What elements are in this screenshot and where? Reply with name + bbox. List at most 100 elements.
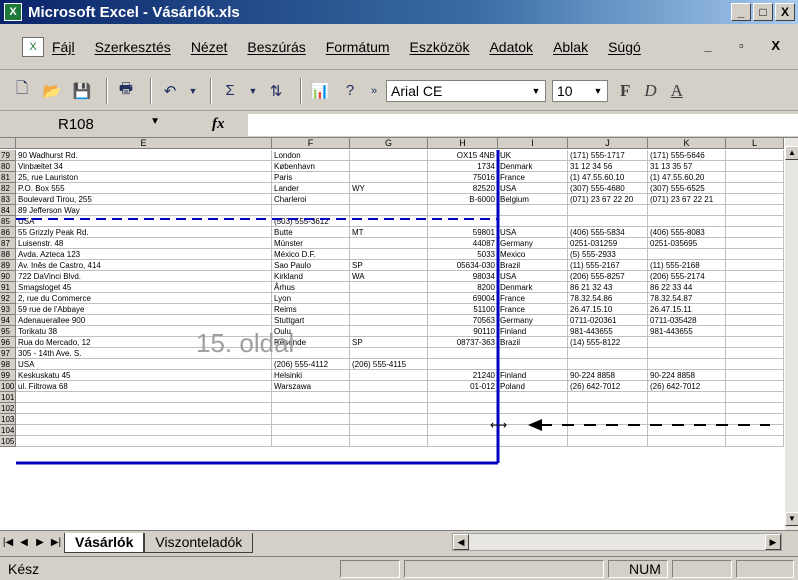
cell-k105[interactable] xyxy=(648,436,726,447)
cell-h94[interactable]: 70563 xyxy=(428,315,498,326)
chevron-down-icon[interactable]: ▼ xyxy=(591,83,605,99)
font-size-combo[interactable]: 10 ▼ xyxy=(552,79,608,102)
cell-j82[interactable]: (307) 555-4680 xyxy=(568,183,648,194)
cell-f87[interactable]: Münster xyxy=(272,238,350,249)
cell-f93[interactable]: Reims xyxy=(272,304,350,315)
cell-g95[interactable] xyxy=(350,326,428,337)
cell-l101[interactable] xyxy=(726,392,784,403)
menu-window[interactable]: Ablak xyxy=(553,39,588,55)
cell-f105[interactable] xyxy=(272,436,350,447)
cell-l95[interactable] xyxy=(726,326,784,337)
cell-l85[interactable] xyxy=(726,216,784,227)
cell-j91[interactable]: 86 21 32 43 xyxy=(568,282,648,293)
formula-input[interactable] xyxy=(248,114,798,136)
row-header[interactable]: 103 xyxy=(0,414,16,425)
chevron-down-icon[interactable]: ▼ xyxy=(150,116,160,127)
cell-f91[interactable]: Århus xyxy=(272,282,350,293)
cell-j105[interactable] xyxy=(568,436,648,447)
cell-l96[interactable] xyxy=(726,337,784,348)
cell-l84[interactable] xyxy=(726,205,784,216)
cell-j96[interactable]: (14) 555-8122 xyxy=(568,337,648,348)
cell-h97[interactable] xyxy=(428,348,498,359)
cell-i101[interactable] xyxy=(498,392,568,403)
cell-i83[interactable]: Belgium xyxy=(498,194,568,205)
cell-h89[interactable]: 05634-030 xyxy=(428,260,498,271)
row-header[interactable]: 96 xyxy=(0,337,16,348)
cell-j80[interactable]: 31 12 34 56 xyxy=(568,161,648,172)
cell-j101[interactable] xyxy=(568,392,648,403)
cell-h83[interactable]: B-6000 xyxy=(428,194,498,205)
cell-e103[interactable] xyxy=(16,414,272,425)
cell-g79[interactable] xyxy=(350,150,428,161)
cell-l83[interactable] xyxy=(726,194,784,205)
menu-insert[interactable]: Beszúrás xyxy=(247,39,305,55)
row-header[interactable]: 82 xyxy=(0,183,16,194)
row-header[interactable]: 86 xyxy=(0,227,16,238)
cell-g98[interactable]: (206) 555-4115 xyxy=(350,359,428,370)
cell-i88[interactable]: Mexico xyxy=(498,249,568,260)
cell-g105[interactable] xyxy=(350,436,428,447)
cell-g85[interactable] xyxy=(350,216,428,227)
workbook-icon[interactable]: X xyxy=(22,36,44,57)
cell-h100[interactable]: 01-012 xyxy=(428,381,498,392)
cell-i89[interactable]: Brazil xyxy=(498,260,568,271)
cell-j100[interactable]: (26) 642-7012 xyxy=(568,381,648,392)
cell-g82[interactable]: WY xyxy=(350,183,428,194)
menu-file[interactable]: Fájl xyxy=(52,39,75,55)
row-header[interactable]: 83 xyxy=(0,194,16,205)
cell-h93[interactable]: 51100 xyxy=(428,304,498,315)
cell-h92[interactable]: 69004 xyxy=(428,293,498,304)
cell-l100[interactable] xyxy=(726,381,784,392)
cell-j86[interactable]: (406) 555-5834 xyxy=(568,227,648,238)
chevron-down-icon[interactable]: ▼ xyxy=(529,83,543,99)
cell-e87[interactable]: Luisenstr. 48 xyxy=(16,238,272,249)
cell-l87[interactable] xyxy=(726,238,784,249)
cell-k86[interactable]: (406) 555-8083 xyxy=(648,227,726,238)
cell-h101[interactable] xyxy=(428,392,498,403)
row-header[interactable]: 80 xyxy=(0,161,16,172)
cell-h103[interactable] xyxy=(428,414,498,425)
cell-f80[interactable]: København xyxy=(272,161,350,172)
cell-g99[interactable] xyxy=(350,370,428,381)
cell-h96[interactable]: 08737-363 xyxy=(428,337,498,348)
last-sheet-icon[interactable]: ▶| xyxy=(48,537,64,548)
maximize-button[interactable]: □ xyxy=(753,3,773,21)
cell-k84[interactable] xyxy=(648,205,726,216)
cell-l81[interactable] xyxy=(726,172,784,183)
cell-g103[interactable] xyxy=(350,414,428,425)
cell-i87[interactable]: Germany xyxy=(498,238,568,249)
cell-k99[interactable]: 90-224 8858 xyxy=(648,370,726,381)
cell-k81[interactable]: (1) 47.55.60.20 xyxy=(648,172,726,183)
row-header[interactable]: 94 xyxy=(0,315,16,326)
cell-g104[interactable] xyxy=(350,425,428,436)
autosum-icon[interactable]: Σ xyxy=(218,79,242,103)
cell-j87[interactable]: 0251-031259 xyxy=(568,238,648,249)
cell-l80[interactable] xyxy=(726,161,784,172)
cell-g97[interactable] xyxy=(350,348,428,359)
cell-j98[interactable] xyxy=(568,359,648,370)
cell-k104[interactable] xyxy=(648,425,726,436)
cell-k82[interactable]: (307) 555-6525 xyxy=(648,183,726,194)
cell-g86[interactable]: MT xyxy=(350,227,428,238)
italic-button[interactable]: D xyxy=(644,81,656,101)
cell-e90[interactable]: 722 DaVinci Blvd. xyxy=(16,271,272,282)
cell-l98[interactable] xyxy=(726,359,784,370)
cell-g93[interactable] xyxy=(350,304,428,315)
cell-i103[interactable] xyxy=(498,414,568,425)
cell-k93[interactable]: 26.47.15.11 xyxy=(648,304,726,315)
cell-e105[interactable] xyxy=(16,436,272,447)
chart-wizard-icon[interactable]: 📊 xyxy=(308,79,332,103)
column-header-f[interactable]: F xyxy=(272,138,350,149)
cell-l88[interactable] xyxy=(726,249,784,260)
cell-j103[interactable] xyxy=(568,414,648,425)
excel-icon[interactable]: X xyxy=(4,3,22,21)
row-header[interactable]: 90 xyxy=(0,271,16,282)
toolbar-more-icon[interactable]: » xyxy=(368,79,380,103)
font-name-combo[interactable]: Arial CE ▼ xyxy=(386,79,546,102)
menu-help[interactable]: Súgó xyxy=(608,39,641,55)
cell-g100[interactable] xyxy=(350,381,428,392)
cell-i81[interactable]: France xyxy=(498,172,568,183)
cell-g83[interactable] xyxy=(350,194,428,205)
cell-j88[interactable]: (5) 555-2933 xyxy=(568,249,648,260)
cell-i104[interactable] xyxy=(498,425,568,436)
